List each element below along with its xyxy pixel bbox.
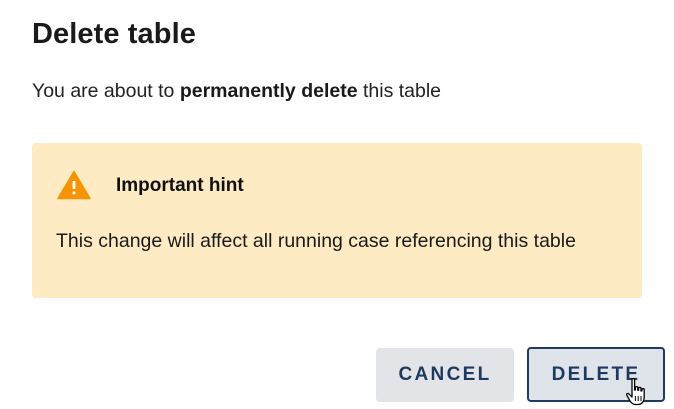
message-prefix: You are about to [32,80,180,102]
warning-icon [57,170,91,200]
delete-button[interactable]: DELETE [527,347,665,402]
cancel-button[interactable]: CANCEL [376,348,514,402]
message-suffix: this table [357,80,442,102]
hint-title: Important hint [116,175,244,196]
message-emphasis: permanently delete [179,80,358,102]
important-hint-box: Important hint This change will affect a… [32,143,642,298]
dialog-message: You are about to permanently delete this… [32,80,441,103]
delete-table-dialog: Delete table You are about to permanentl… [0,0,674,409]
hint-text: This change will affect all running case… [56,230,576,252]
dialog-title: Delete table [32,18,196,50]
